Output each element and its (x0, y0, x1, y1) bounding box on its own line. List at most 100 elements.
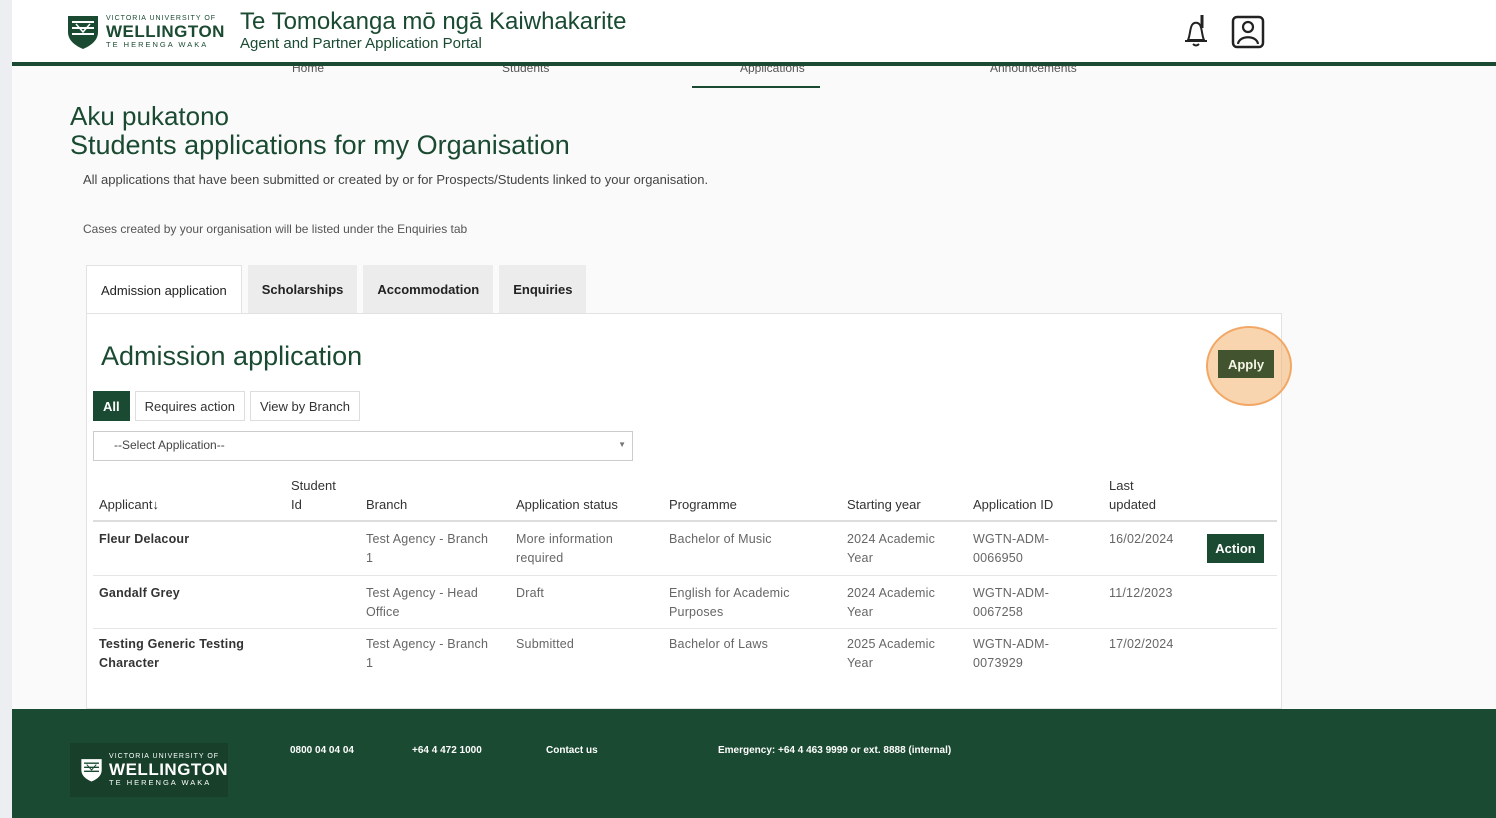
tab-admission-application[interactable]: Admission application (86, 265, 242, 314)
header-status[interactable]: Application status (516, 495, 618, 514)
cell-programme: Bachelor of Music (669, 530, 772, 549)
nav-item-students[interactable]: Students (502, 66, 549, 74)
footer-logo[interactable]: VICTORIA UNIVERSITY OF WELLINGTON TE HER… (70, 743, 228, 797)
cell-application-id: WGTN-ADM- 0067258 (973, 584, 1049, 622)
cell-status-line1: Draft (516, 586, 545, 600)
header-student-id[interactable]: Student Id (291, 476, 336, 514)
cell-last-updated: 11/12/2023 (1109, 586, 1173, 600)
cell-id-line2: 0067258 (973, 605, 1024, 619)
cell-branch-line1: Test Agency - Head (366, 586, 478, 600)
cell-id-line1: WGTN-ADM- (973, 586, 1050, 600)
filter-group: All Requires action View by Branch (93, 391, 361, 421)
cell-last-updated: 17/02/2024 (1109, 637, 1174, 651)
header-student-id-line1: Student (291, 478, 336, 493)
dropdown-caret-icon: ▼ (618, 440, 626, 449)
nav-item-home[interactable]: Home (292, 66, 324, 74)
cell-year-line2: Year (847, 656, 874, 670)
cell-branch-line1: Test Agency - Branch (366, 637, 489, 651)
header-last-updated[interactable]: Last updated (1109, 476, 1156, 514)
cell-id-line2: 0073929 (973, 656, 1024, 670)
cell-programme: Bachelor of Laws (669, 635, 768, 654)
page-note: Cases created by your organisation will … (83, 222, 468, 236)
logo-name: WELLINGTON (106, 22, 225, 42)
apply-button[interactable]: Apply (1218, 350, 1274, 378)
table-row[interactable]: Gandalf Grey Test Agency - Head Office D… (93, 576, 1277, 629)
footer-logo-subtitle: TE HERENGA WAKA (109, 778, 212, 788)
table-row[interactable]: Testing Generic Testing Character Test A… (93, 629, 1277, 682)
header-last-updated-line2: updated (1109, 497, 1156, 512)
applications-table: Applicant↓ Student Id Branch Application… (93, 472, 1277, 682)
application-select[interactable]: --Select Application-- ▼ (93, 431, 633, 461)
cell-status-line1: Submitted (516, 637, 575, 651)
logo-small-text: VICTORIA UNIVERSITY OF (106, 15, 217, 23)
application-tabs: Admission application Scholarships Accom… (86, 265, 587, 314)
table-header: Applicant↓ Student Id Branch Application… (93, 472, 1277, 522)
header-student-id-line2: Id (291, 497, 302, 512)
cell-year-line1: 2024 Academic (847, 532, 936, 546)
crest-icon (68, 16, 98, 49)
cell-applicant-line1: Testing Generic Testing (99, 637, 245, 651)
tab-scholarships[interactable]: Scholarships (247, 265, 358, 314)
tab-enquiries[interactable]: Enquiries (499, 265, 587, 314)
header-branch[interactable]: Branch (366, 495, 407, 514)
panel-title: Admission application (101, 341, 363, 371)
admission-panel: Admission application Apply All Requires… (86, 313, 1292, 709)
cell-programme-line1: Bachelor of Music (669, 532, 772, 546)
cell-status-line2: required (516, 551, 564, 565)
footer-logo-name: WELLINGTON (109, 760, 228, 780)
cell-starting-year: 2024 Academic Year (847, 584, 935, 622)
top-header: VICTORIA UNIVERSITY OF WELLINGTON TE HER… (12, 0, 1496, 66)
header-programme[interactable]: Programme (669, 495, 737, 514)
cell-applicant[interactable]: Testing Generic Testing Character (99, 635, 244, 673)
university-logo[interactable]: VICTORIA UNIVERSITY OF WELLINGTON TE HER… (66, 14, 225, 50)
cell-branch-line2: 1 (366, 656, 374, 670)
cell-id-line2: 0066950 (973, 551, 1024, 565)
header-application-id[interactable]: Application ID (973, 495, 1053, 514)
header-starting-year[interactable]: Starting year (847, 495, 921, 514)
portal-subtitle: Agent and Partner Application Portal (240, 35, 482, 52)
header-applicant[interactable]: Applicant↓ (99, 495, 159, 514)
cell-application-id: WGTN-ADM- 0073929 (973, 635, 1049, 673)
cell-branch-line1: Test Agency - Branch (366, 532, 489, 546)
cell-year-line2: Year (847, 551, 874, 565)
nav-item-applications[interactable]: Applications (740, 66, 805, 74)
cell-starting-year: 2024 Academic Year (847, 530, 935, 568)
cell-year-line1: 2025 Academic (847, 637, 936, 651)
table-row[interactable]: Fleur Delacour Test Agency - Branch 1 Mo… (93, 522, 1277, 576)
cell-branch: Test Agency - Head Office (366, 584, 478, 622)
cell-last-updated: 16/02/2024 (1109, 532, 1174, 546)
page-title: Students applications for my Organisatio… (70, 130, 570, 160)
cell-applicant[interactable]: Fleur Delacour (99, 530, 189, 549)
filter-all-button[interactable]: All (93, 391, 130, 421)
cell-branch: Test Agency - Branch 1 (366, 635, 488, 673)
select-placeholder: --Select Application-- (114, 438, 225, 452)
cell-applicant-line2: Character (99, 656, 160, 670)
user-icon[interactable] (1230, 14, 1266, 50)
page-greeting: Aku pukatono (70, 101, 230, 131)
filter-view-by-branch-button[interactable]: View by Branch (249, 391, 361, 421)
footer-crest-icon (81, 759, 102, 782)
cell-status-line1: More information (516, 532, 613, 546)
filter-requires-action-button[interactable]: Requires action (134, 391, 245, 421)
bell-icon[interactable] (1178, 14, 1214, 50)
cell-id-line1: WGTN-ADM- (973, 637, 1050, 651)
footer-contact-link[interactable]: Contact us (546, 745, 598, 756)
nav-active-indicator (692, 86, 820, 88)
cell-year-line1: 2024 Academic (847, 586, 936, 600)
logo-subtitle: TE HERENGA WAKA (106, 40, 209, 50)
footer-emergency[interactable]: Emergency: +64 4 463 9999 or ext. 8888 (… (718, 745, 951, 756)
cell-year-line2: Year (847, 605, 874, 619)
cell-branch-line2: 1 (366, 551, 374, 565)
page-description: All applications that have been submitte… (83, 172, 709, 187)
page: VICTORIA UNIVERSITY OF WELLINGTON TE HER… (12, 0, 1496, 818)
cell-applicant[interactable]: Gandalf Grey (99, 584, 180, 603)
cell-application-id: WGTN-ADM- 0066950 (973, 530, 1049, 568)
footer: VICTORIA UNIVERSITY OF WELLINGTON TE HER… (12, 709, 1496, 818)
nav-item-announcements[interactable]: Announcements (990, 66, 1077, 74)
footer-logo-small: VICTORIA UNIVERSITY OF (109, 753, 220, 761)
cell-programme-line1: Bachelor of Laws (669, 637, 769, 651)
action-button[interactable]: Action (1207, 534, 1264, 563)
tab-accommodation[interactable]: Accommodation (363, 265, 494, 314)
footer-phone-international[interactable]: +64 4 472 1000 (412, 745, 482, 756)
footer-phone-freephone[interactable]: 0800 04 04 04 (290, 745, 354, 756)
